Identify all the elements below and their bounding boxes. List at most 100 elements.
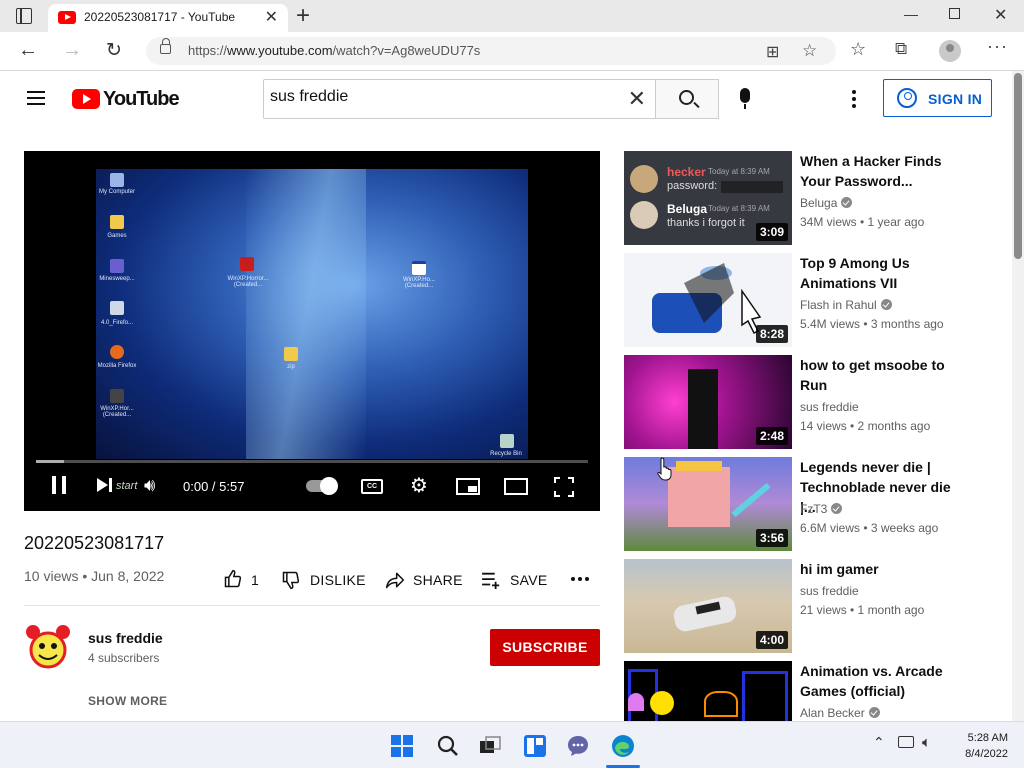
like-count[interactable]: 1 bbox=[251, 572, 259, 588]
recommendation-channel: Flash in Rahul bbox=[800, 298, 892, 312]
minesweeper-icon bbox=[110, 259, 124, 273]
scrollbar-thumb[interactable] bbox=[1014, 73, 1022, 259]
url-field[interactable]: https://www.youtube.com/watch?v=Ag8weUDU… bbox=[146, 37, 836, 65]
duration-badge: 8:28 bbox=[755, 325, 788, 343]
video-frame-desktop: My Computer Games Minesweep... 4.0_Firef… bbox=[96, 169, 528, 459]
recommendation-meta: 21 views • 1 month ago bbox=[800, 603, 925, 617]
recommendation-item[interactable]: 2:48 how to get msoobe to Run sus freddi… bbox=[624, 355, 964, 449]
close-tab-icon[interactable]: ✕ bbox=[265, 7, 278, 27]
lock-icon[interactable] bbox=[160, 38, 171, 54]
recommendation-item[interactable]: Animation vs. Arcade Games (official) Al… bbox=[624, 661, 964, 721]
theater-mode-icon[interactable] bbox=[504, 478, 528, 495]
xp-start-label: start bbox=[116, 480, 138, 492]
recommendation-item[interactable]: 4:00 hi im gamer sus freddie 21 views • … bbox=[624, 559, 964, 653]
video-player[interactable]: My Computer Games Minesweep... 4.0_Firef… bbox=[24, 151, 600, 511]
minimize-window-icon[interactable]: — bbox=[904, 6, 918, 22]
system-clock[interactable]: 5:28 AM 8/4/2022 bbox=[952, 730, 1008, 762]
youtube-logo[interactable]: YouTube bbox=[72, 88, 180, 110]
show-more-button[interactable]: SHOW MORE bbox=[88, 694, 167, 708]
collections-icon[interactable]: ⧉ bbox=[895, 39, 907, 59]
recommendation-title[interactable]: how to get msoobe to Run bbox=[800, 355, 970, 395]
recommendation-title[interactable]: When a Hacker Finds Your Password... bbox=[800, 151, 970, 191]
widgets-icon[interactable] bbox=[523, 734, 547, 758]
my-computer-icon bbox=[110, 173, 124, 187]
dislike-thumb-down-icon[interactable] bbox=[281, 570, 301, 590]
new-tab-button[interactable]: + bbox=[296, 2, 310, 30]
menu-icon[interactable] bbox=[27, 91, 45, 105]
recommendation-item[interactable]: 8:28 Top 9 Among Us Animations VII Flash… bbox=[624, 253, 964, 347]
channel-avatar[interactable] bbox=[25, 624, 71, 670]
taskbar-search-icon[interactable] bbox=[436, 734, 460, 758]
dislike-button-label[interactable]: DISLIKE bbox=[310, 572, 366, 588]
sign-in-button[interactable]: SIGN IN bbox=[883, 79, 992, 117]
recommendation-thumbnail[interactable]: 2:48 bbox=[624, 355, 792, 449]
autoplay-toggle[interactable] bbox=[306, 477, 338, 495]
settings-more-icon[interactable]: ··· bbox=[987, 36, 1008, 57]
url-text: https://www.youtube.com/watch?v=Ag8weUDU… bbox=[188, 43, 481, 58]
recommendation-title[interactable]: Animation vs. Arcade Games (official) bbox=[800, 661, 970, 701]
address-bar-row: ← → ↻ https://www.youtube.com/watch?v=Ag… bbox=[0, 32, 1024, 71]
verified-check-icon bbox=[880, 299, 892, 310]
search-icon bbox=[679, 90, 694, 105]
recommendation-thumbnail[interactable]: 3:56 bbox=[624, 457, 792, 551]
recommendation-item[interactable]: 3:56 Legends never die | Technoblade nev… bbox=[624, 457, 964, 551]
video-progress-bar[interactable] bbox=[36, 460, 588, 463]
forward-arrow-icon[interactable]: → bbox=[62, 39, 82, 62]
subscribe-button[interactable]: SUBSCRIBE bbox=[490, 629, 600, 666]
recommendation-title[interactable]: Top 9 Among Us Animations VII bbox=[800, 253, 970, 293]
browser-tab-strip: 20220523081717 - YouTube ✕ + — ✕ bbox=[0, 0, 1024, 32]
task-view-icon[interactable] bbox=[478, 734, 502, 758]
miniplayer-icon[interactable] bbox=[456, 478, 480, 495]
clear-search-icon[interactable]: ✕ bbox=[628, 86, 646, 112]
share-button-label[interactable]: SHARE bbox=[413, 572, 463, 588]
recommendation-thumbnail[interactable]: 8:28 bbox=[624, 253, 792, 347]
teams-chat-icon[interactable] bbox=[566, 734, 590, 758]
edge-browser-icon[interactable] bbox=[611, 734, 635, 758]
captions-icon[interactable]: CC bbox=[361, 479, 383, 494]
share-arrow-icon[interactable] bbox=[384, 570, 406, 590]
windows-start-icon[interactable] bbox=[390, 734, 414, 758]
recommendation-thumbnail[interactable]: hecker Today at 8:39 AM password: Beluga… bbox=[624, 151, 792, 245]
back-arrow-icon[interactable]: ← bbox=[18, 39, 38, 62]
cat-avatar-icon bbox=[630, 165, 658, 193]
more-settings-icon[interactable] bbox=[852, 90, 856, 108]
recommendation-channel: Beluga bbox=[800, 196, 853, 210]
app-available-icon[interactable]: ⊞ bbox=[766, 42, 779, 62]
restore-window-icon[interactable] bbox=[949, 8, 960, 19]
fullscreen-icon[interactable] bbox=[554, 477, 574, 497]
browser-tab-youtube[interactable]: 20220523081717 - YouTube ✕ bbox=[48, 4, 288, 32]
recommendation-title[interactable]: hi im gamer bbox=[800, 559, 970, 579]
youtube-play-logo-icon bbox=[72, 89, 100, 109]
save-playlist-icon[interactable] bbox=[481, 571, 503, 589]
recommendation-meta: 5.4M views • 3 months ago bbox=[800, 317, 944, 331]
favorites-icon[interactable]: ☆ bbox=[850, 39, 866, 60]
like-thumb-up-icon[interactable] bbox=[223, 569, 243, 589]
close-window-icon[interactable]: ✕ bbox=[994, 5, 1007, 25]
sword-shape bbox=[731, 482, 771, 518]
settings-gear-icon[interactable]: ⚙ bbox=[410, 476, 428, 496]
youtube-favicon-icon bbox=[58, 11, 76, 24]
speaker-volume-icon[interactable]: 🔈︎ bbox=[922, 734, 931, 751]
tab-title: 20220523081717 - YouTube bbox=[84, 10, 236, 24]
refresh-icon[interactable]: ↻ bbox=[106, 39, 122, 62]
recommendation-item[interactable]: hecker Today at 8:39 AM password: Beluga… bbox=[624, 151, 964, 245]
add-favorite-icon[interactable]: ☆ bbox=[802, 41, 817, 61]
search-button[interactable] bbox=[655, 79, 719, 119]
channel-name[interactable]: sus freddie bbox=[88, 630, 163, 646]
more-actions-icon[interactable] bbox=[571, 577, 589, 581]
search-input[interactable] bbox=[270, 88, 610, 106]
save-button-label[interactable]: SAVE bbox=[510, 572, 548, 588]
page-scrollbar[interactable] bbox=[1012, 71, 1024, 721]
profile-avatar-icon[interactable] bbox=[939, 40, 961, 62]
recommendation-thumbnail[interactable]: 4:00 bbox=[624, 559, 792, 653]
tab-actions-icon[interactable] bbox=[16, 8, 32, 24]
recommendation-channel: sus freddie bbox=[800, 400, 859, 414]
recommendation-thumbnail[interactable] bbox=[624, 661, 792, 721]
voice-search-mic-icon[interactable] bbox=[740, 88, 750, 109]
pause-icon[interactable] bbox=[52, 476, 66, 494]
volume-icon[interactable]: 🔊︎ bbox=[144, 476, 155, 494]
next-video-icon[interactable] bbox=[97, 478, 112, 492]
account-icon bbox=[897, 88, 917, 108]
show-hidden-icons-chevron-icon[interactable]: ⌃ bbox=[873, 734, 885, 751]
network-icon[interactable] bbox=[898, 736, 914, 748]
